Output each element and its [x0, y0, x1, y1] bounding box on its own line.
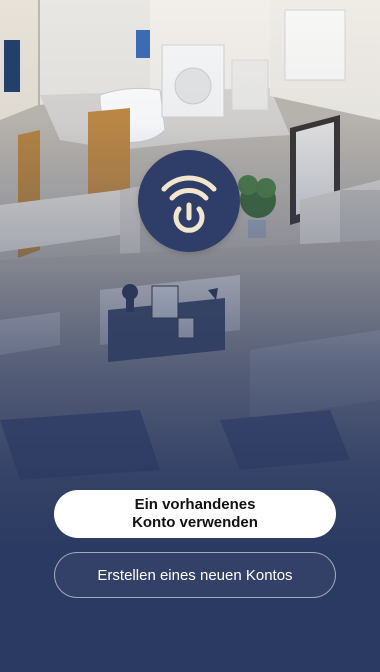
- use-existing-account-label-line2: Konto verwenden: [132, 514, 258, 531]
- welcome-screen: Ein vorhandenes Konto verwenden Erstelle…: [0, 0, 380, 672]
- create-new-account-button[interactable]: Erstellen eines neuen Kontos: [54, 552, 336, 598]
- app-logo: [138, 150, 240, 252]
- use-existing-account-button[interactable]: Ein vorhandenes Konto verwenden: [54, 490, 336, 538]
- wifi-power-icon: [161, 175, 217, 233]
- use-existing-account-label-line1: Ein vorhandenes: [134, 496, 256, 513]
- create-new-account-label: Erstellen eines neuen Kontos: [97, 566, 293, 584]
